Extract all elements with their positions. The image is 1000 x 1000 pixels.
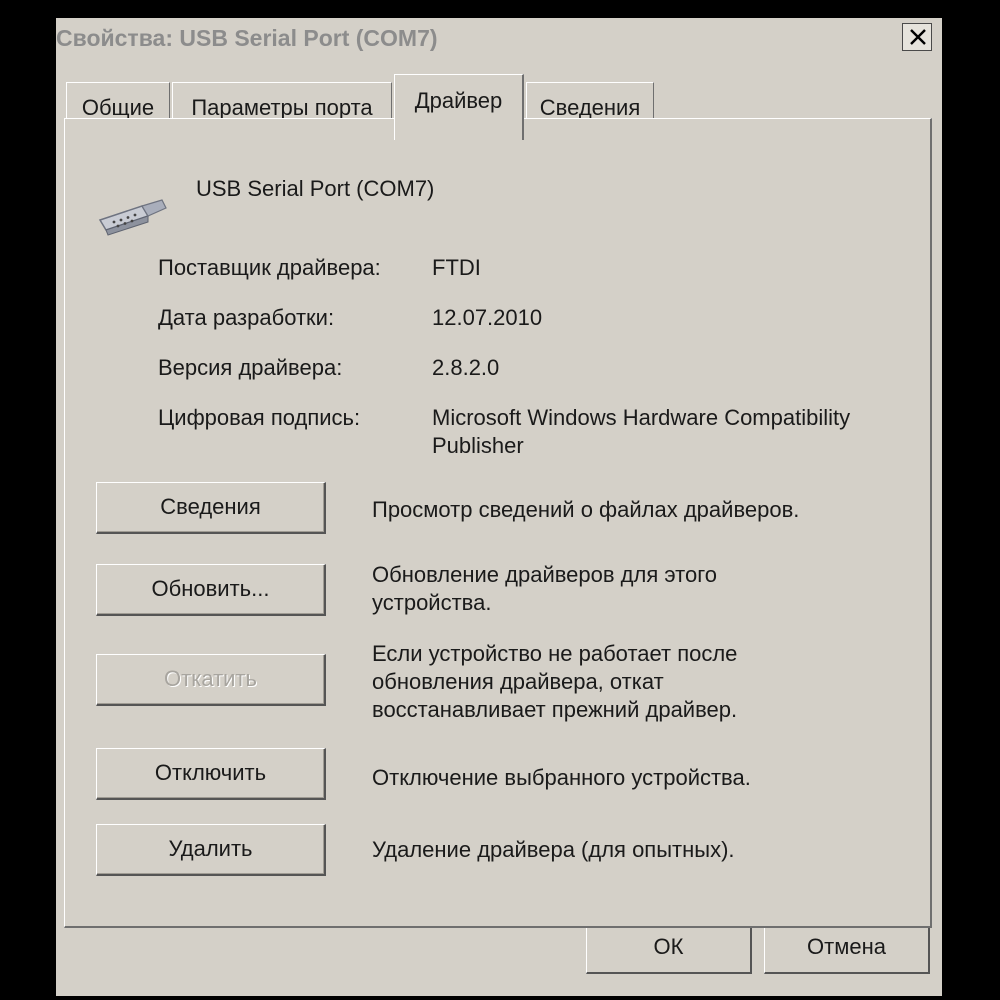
- driver-version-label: Версия драйвера:: [158, 355, 343, 380]
- digital-signer-label: Цифровая подпись:: [158, 405, 361, 430]
- update-driver-button[interactable]: Обновить...: [96, 564, 326, 616]
- rollback-driver-description: Если устройство не работает после обновл…: [372, 641, 738, 722]
- serial-port-connector-icon: [98, 199, 167, 236]
- digital-signer-value: Microsoft Windows Hardware Compatibility…: [432, 405, 851, 458]
- device-name: USB Serial Port (COM7): [196, 176, 435, 201]
- update-driver-description: Обновление драйверов для этого устройств…: [372, 562, 717, 615]
- cancel-button[interactable]: Отмена: [764, 922, 930, 974]
- close-icon: [910, 29, 926, 45]
- driver-properties-dialog: Свойства: USB Serial Port (COM7) Общие П…: [56, 18, 942, 996]
- title-bar[interactable]: Свойства: USB Serial Port (COM7): [56, 18, 942, 58]
- driver-provider-label: Поставщик драйвера:: [158, 255, 381, 280]
- ok-button[interactable]: ОК: [586, 922, 752, 974]
- driver-details-description: Просмотр сведений о файлах драйверов.: [372, 497, 800, 522]
- disable-device-button[interactable]: Отключить: [96, 748, 326, 800]
- uninstall-driver-button[interactable]: Удалить: [96, 824, 326, 876]
- tab-driver[interactable]: Драйвер: [394, 74, 524, 140]
- driver-provider-value: FTDI: [432, 255, 481, 280]
- uninstall-driver-description: Удаление драйвера (для опытных).: [372, 837, 735, 862]
- driver-date-label: Дата разработки:: [158, 305, 335, 330]
- rollback-driver-button: Откатить: [96, 654, 326, 706]
- driver-details-button[interactable]: Сведения: [96, 482, 326, 534]
- disable-device-description: Отключение выбранного устройства.: [372, 765, 751, 790]
- close-button[interactable]: [902, 23, 932, 51]
- window-title: Свойства: USB Serial Port (COM7): [56, 25, 438, 51]
- driver-date-value: 12.07.2010: [432, 305, 543, 330]
- driver-version-value: 2.8.2.0: [432, 355, 500, 380]
